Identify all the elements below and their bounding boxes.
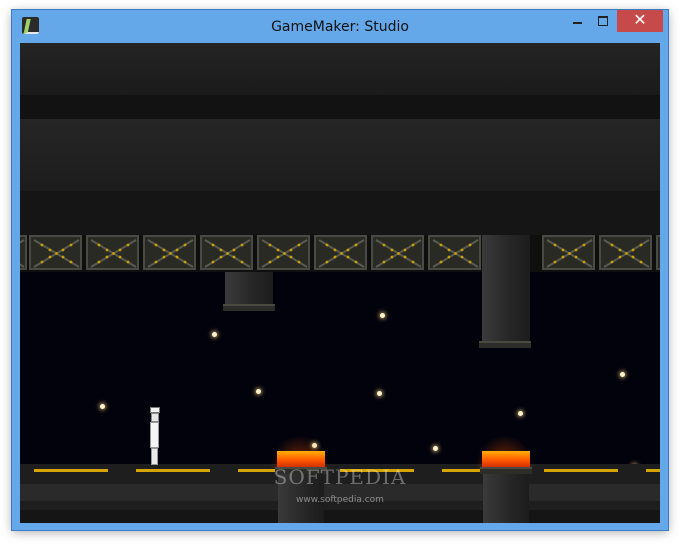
crate bbox=[599, 235, 652, 270]
star bbox=[433, 446, 438, 451]
star bbox=[377, 391, 382, 396]
crate bbox=[656, 235, 660, 270]
close-button[interactable]: ✕ bbox=[617, 10, 663, 32]
pipe-cap bbox=[223, 304, 275, 311]
ceiling bbox=[20, 43, 660, 235]
crate bbox=[314, 235, 367, 270]
star bbox=[256, 389, 261, 394]
crate bbox=[371, 235, 424, 270]
crate bbox=[143, 235, 196, 270]
star bbox=[380, 313, 385, 318]
game-viewport[interactable]: SOFTPEDIA www.softpedia.com bbox=[20, 43, 660, 523]
player-character bbox=[148, 407, 162, 465]
title-bar[interactable]: GameMaker: Studio ✕ bbox=[12, 10, 668, 42]
close-icon: ✕ bbox=[633, 12, 647, 29]
crate bbox=[86, 235, 139, 270]
app-window: GameMaker: Studio ✕ SOFTPEDIA www.softpe… bbox=[12, 10, 668, 530]
crate-row bbox=[20, 235, 660, 272]
crate bbox=[200, 235, 253, 270]
minimize-button[interactable] bbox=[564, 10, 590, 32]
hanging-pipe bbox=[225, 272, 273, 304]
star bbox=[212, 332, 217, 337]
softpedia-watermark: SOFTPEDIA bbox=[273, 465, 407, 489]
maximize-icon bbox=[598, 16, 608, 26]
crate bbox=[29, 235, 82, 270]
crate bbox=[257, 235, 310, 270]
pipe-cap bbox=[479, 341, 531, 348]
star bbox=[100, 404, 105, 409]
star bbox=[518, 411, 523, 416]
star bbox=[620, 372, 625, 377]
minimize-icon bbox=[573, 22, 582, 24]
maximize-button[interactable] bbox=[590, 10, 616, 32]
crate bbox=[542, 235, 595, 270]
softpedia-url: www.softpedia.com bbox=[296, 495, 384, 505]
hanging-pipe bbox=[482, 235, 530, 341]
crate bbox=[20, 235, 27, 270]
crate bbox=[428, 235, 481, 270]
